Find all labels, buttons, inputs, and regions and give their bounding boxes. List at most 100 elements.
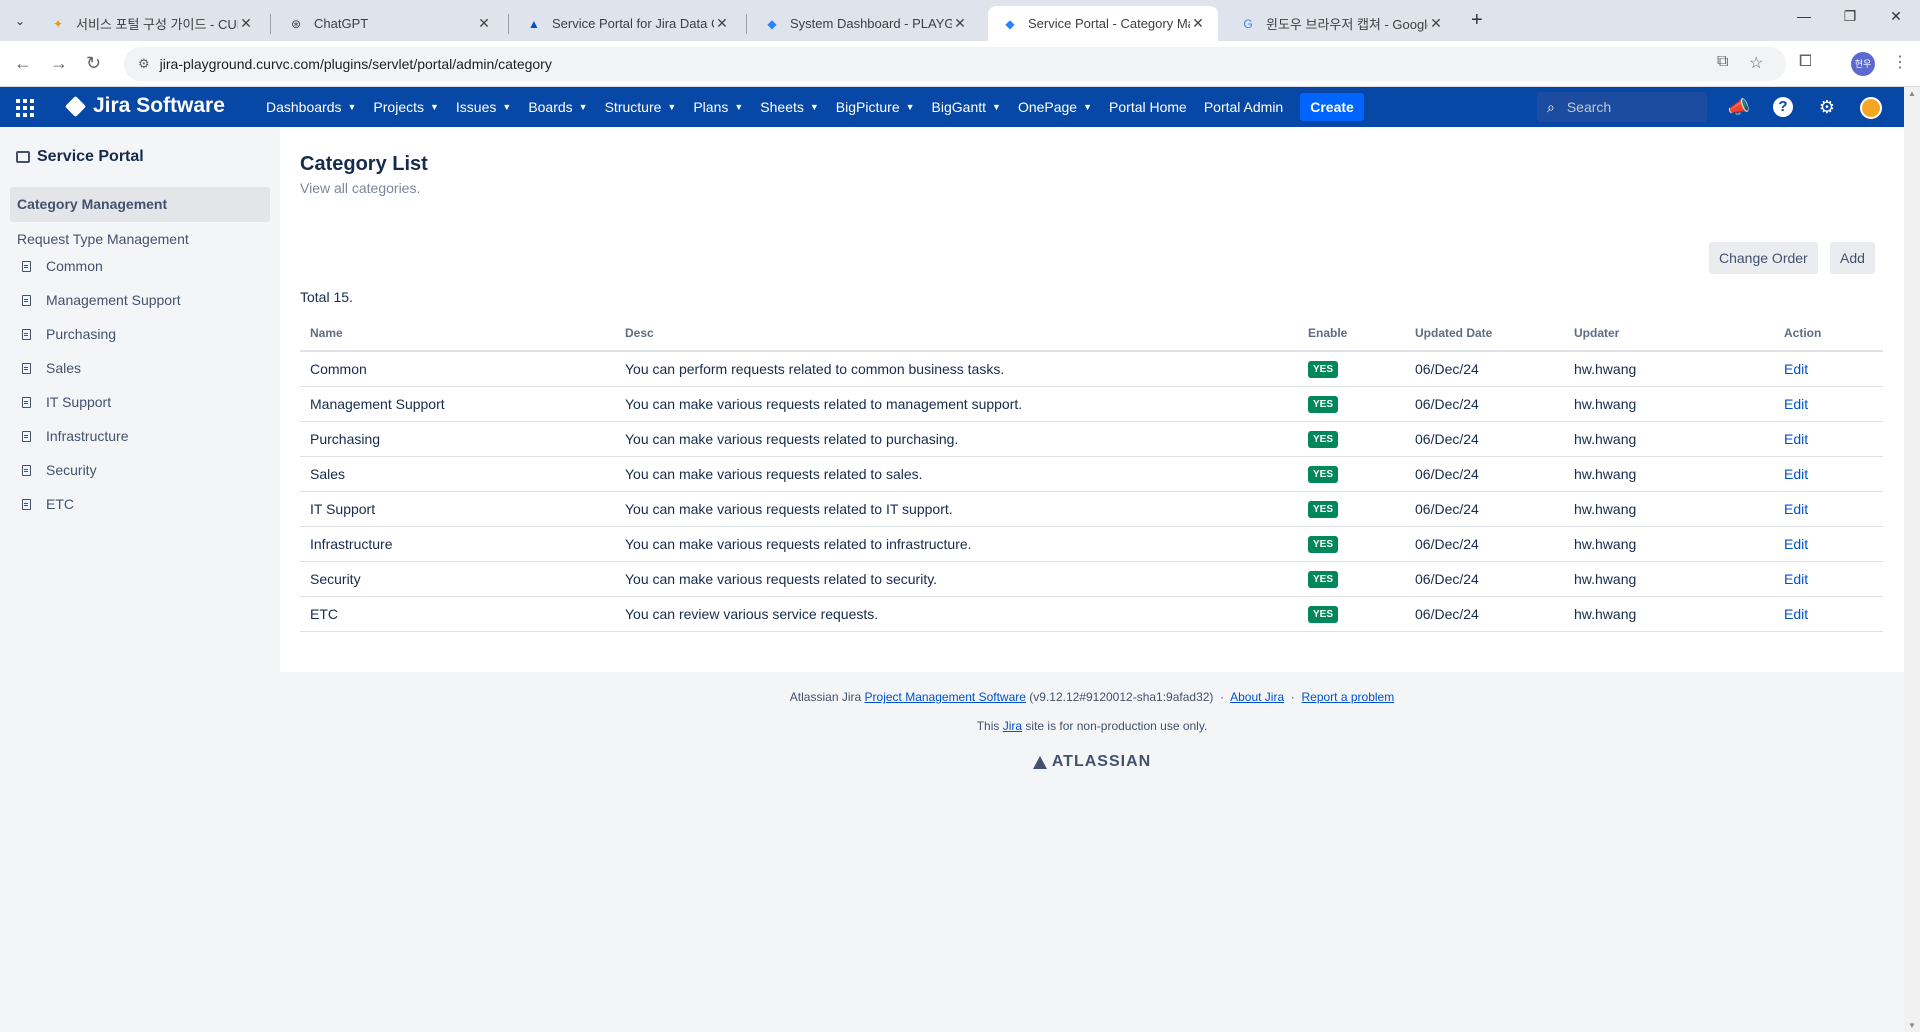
nav-label: Structure [604, 99, 662, 115]
url-field[interactable]: ⚙ jira-playground.curvc.com/plugins/serv… [124, 47, 1786, 81]
edit-link[interactable]: Edit [1784, 501, 1808, 517]
minimize-button[interactable]: — [1781, 8, 1827, 24]
sidebar-item-category-management[interactable]: Category Management [10, 187, 270, 222]
edit-link[interactable]: Edit [1784, 431, 1808, 447]
back-button[interactable]: ← [14, 53, 32, 74]
cell-name: Common [300, 351, 615, 387]
browser-profile-avatar[interactable]: 현우 [1851, 52, 1875, 76]
help-icon[interactable]: ? [1773, 97, 1793, 117]
nav-issues[interactable]: Issues ▼ [456, 99, 511, 115]
edit-link[interactable]: Edit [1784, 571, 1808, 587]
tab-close-icon[interactable]: ✕ [476, 15, 492, 32]
nav-biggantt[interactable]: BigGantt ▼ [932, 99, 1001, 115]
browser-tab[interactable]: ◆ System Dashboard - PLAYGROUND✕ [750, 6, 980, 41]
tab-close-icon[interactable]: ✕ [714, 15, 730, 32]
enable-badge: YES [1308, 501, 1339, 518]
scroll-up-arrow-icon[interactable]: ▲ [1908, 89, 1916, 98]
document-icon [22, 396, 31, 408]
cell-date: 06/Dec/24 [1405, 351, 1564, 387]
about-jira-link[interactable]: About Jira [1230, 690, 1284, 704]
translate-icon[interactable]: ⧉ [1717, 53, 1728, 71]
report-problem-link[interactable]: Report a problem [1301, 690, 1394, 704]
create-button[interactable]: Create [1300, 93, 1364, 121]
sidebar-category-label: ETC [46, 496, 74, 512]
extensions-icon[interactable]: ⧠ [1799, 53, 1812, 71]
nav-projects[interactable]: Projects ▼ [373, 99, 439, 115]
jira-logo[interactable]: Jira Software [64, 94, 225, 118]
nav-bigpicture[interactable]: BigPicture ▼ [836, 99, 915, 115]
nav-structure[interactable]: Structure ▼ [605, 99, 677, 115]
sidebar-category-item[interactable]: IT Support [22, 394, 111, 410]
atlassian-logo[interactable]: ATLASSIAN [1032, 753, 1151, 771]
updater-text: hw.hwang [1574, 535, 1637, 552]
chevron-down-icon: ▼ [809, 102, 819, 112]
settings-gear-icon[interactable]: ⚙ [1815, 95, 1839, 119]
sidebar-category-item[interactable]: Infrastructure [22, 428, 128, 444]
sidebar-category-item[interactable]: ETC [22, 496, 74, 512]
browser-tab[interactable]: ✦ 서비스 포털 구성 가이드 - CUR ✕ [36, 6, 266, 41]
edit-link[interactable]: Edit [1784, 466, 1808, 482]
nav-portal-home[interactable]: Portal Home [1109, 99, 1187, 115]
new-tab-button[interactable]: + [1471, 9, 1483, 32]
enable-badge: YES [1308, 606, 1339, 623]
nav-label: Issues [455, 99, 497, 115]
table-row: Infrastructure You can make various reque… [300, 526, 1883, 562]
nav-plans[interactable]: Plans ▼ [693, 99, 743, 115]
bookmark-star-icon[interactable]: ☆ [1749, 53, 1763, 73]
cell-name: Management Support [300, 386, 615, 422]
edit-link[interactable]: Edit [1784, 606, 1808, 622]
nav-onepage[interactable]: OnePage ▼ [1018, 99, 1092, 115]
updater-text: hw.hwang [1574, 570, 1637, 587]
confluence-icon: ✦ [52, 16, 64, 31]
restore-button[interactable]: ❐ [1827, 8, 1873, 25]
jira-icon: ◆ [1005, 16, 1015, 31]
tab-close-icon[interactable]: ✕ [1190, 15, 1206, 32]
category-table: Name Desc Enable Updated Date Updater Action … [300, 316, 1883, 632]
nav-sheets[interactable]: Sheets ▼ [760, 99, 819, 115]
browser-tab[interactable]: ⊛ ChatGPT ✕ [274, 6, 504, 41]
nav-label: Boards [528, 99, 573, 115]
tab-close-icon[interactable]: ✕ [1428, 15, 1444, 32]
browser-tab[interactable]: G 윈도우 브라우저 캡쳐 - Google ✕ [1226, 6, 1456, 41]
reload-button[interactable]: ↻ [86, 53, 101, 74]
browser-menu-icon[interactable]: ⋮ [1892, 52, 1908, 72]
cell-updater: hw.hwang [1564, 456, 1774, 492]
chevron-down-icon: ▼ [430, 102, 439, 112]
tab-close-icon[interactable]: ✕ [238, 15, 254, 32]
footer-product-link[interactable]: Project Management Software [865, 690, 1026, 704]
page-scrollbar[interactable]: ▲ ▼ [1904, 87, 1920, 1032]
sidebar-category-item[interactable]: Purchasing [22, 326, 116, 342]
sidebar-category-item[interactable]: Management Support [22, 292, 181, 308]
tab-close-icon[interactable]: ✕ [952, 15, 968, 32]
column-header: Updated Date [1405, 316, 1564, 352]
nav-boards[interactable]: Boards ▼ [528, 99, 587, 115]
browser-tab[interactable]: ▲ Service Portal for Jira Data Center✕ [512, 6, 742, 41]
cell-name: Sales [300, 456, 615, 492]
browser-tab[interactable]: ◆ Service Portal - Category Management✕ [988, 6, 1218, 41]
nav-portal-admin[interactable]: Portal Admin [1204, 99, 1283, 115]
user-avatar[interactable] [1860, 97, 1882, 119]
cell-enable: YES [1298, 456, 1405, 492]
edit-link[interactable]: Edit [1784, 361, 1808, 377]
close-window-button[interactable]: ✕ [1873, 8, 1919, 25]
add-button[interactable]: Add [1830, 242, 1875, 274]
sidebar-category-item[interactable]: Sales [22, 360, 81, 376]
app-switcher-icon[interactable] [12, 95, 36, 119]
search-input[interactable]: ⌕ Search [1537, 92, 1707, 122]
table-row: Common You can perform requests related t… [300, 351, 1883, 387]
cell-name: Purchasing [300, 421, 615, 457]
sidebar-category-item[interactable]: Common [22, 258, 103, 274]
nav-dashboards[interactable]: Dashboards ▼ [266, 99, 356, 115]
announcement-megaphone-icon[interactable]: 📣 [1727, 95, 1751, 119]
tab-search-chevron-icon[interactable]: ⌄ [8, 9, 32, 33]
scroll-down-arrow-icon[interactable]: ▼ [1908, 1021, 1916, 1030]
sidebar-item-request-type-management[interactable]: Request Type Management [17, 231, 189, 247]
footer-jira-link[interactable]: Jira [1003, 719, 1022, 733]
edit-link[interactable]: Edit [1784, 536, 1808, 552]
sidebar-title: Service Portal [16, 148, 144, 166]
edit-link[interactable]: Edit [1784, 396, 1808, 412]
change-order-button[interactable]: Change Order [1709, 242, 1818, 274]
site-info-icon[interactable]: ⚙ [138, 56, 150, 72]
sidebar-category-item[interactable]: Security [22, 462, 97, 478]
forward-button[interactable]: → [50, 53, 68, 74]
